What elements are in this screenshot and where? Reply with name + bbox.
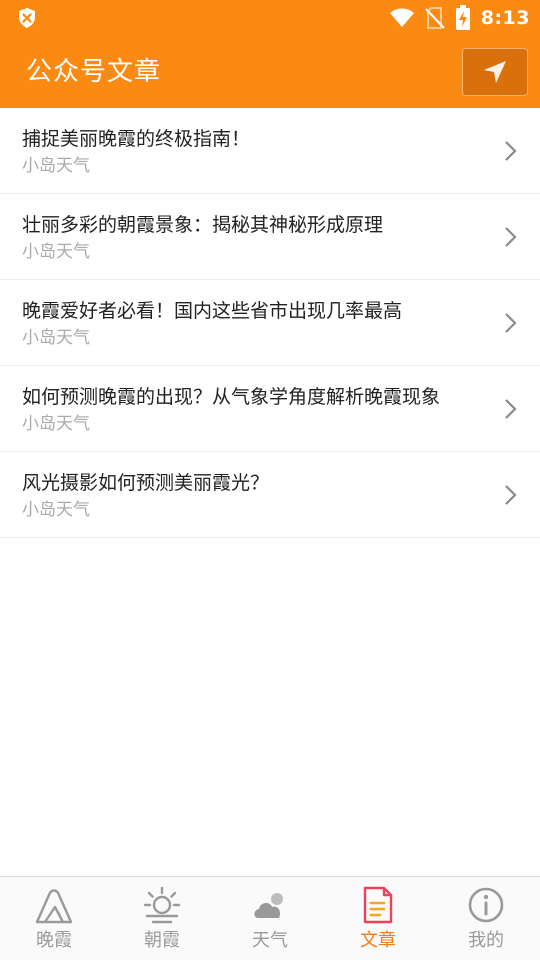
battery-charging-icon <box>455 5 470 30</box>
status-bar: 8:13 <box>0 0 540 36</box>
tab-sunset[interactable]: 晚霞 <box>0 877 108 960</box>
chevron-right-icon <box>505 485 517 505</box>
chevron-right-icon <box>505 227 517 247</box>
article-list: 捕捉美丽晚霞的终极指南！ 小岛天气 壮丽多彩的朝霞景象：揭秘其神秘形成原理 小岛… <box>0 108 540 538</box>
article-icon <box>363 886 393 924</box>
status-time: 8:13 <box>480 7 530 29</box>
no-sim-icon <box>425 7 445 29</box>
list-item[interactable]: 晚霞爱好者必看！国内这些省市出现几率最高 小岛天气 <box>0 280 540 366</box>
article-title: 壮丽多彩的朝霞景象：揭秘其神秘形成原理 <box>22 214 384 236</box>
status-icons: 8:13 <box>389 5 530 31</box>
article-source: 小岛天气 <box>22 242 90 262</box>
chevron-right-icon <box>505 399 517 419</box>
article-title: 如何预测晚霞的出现？从气象学角度解析晚霞现象 <box>22 386 441 408</box>
article-source: 小岛天气 <box>22 156 90 176</box>
tab-label: 朝霞 <box>144 930 180 951</box>
wifi-icon <box>389 8 414 27</box>
send-icon <box>484 61 506 83</box>
sunrise-icon <box>143 886 181 924</box>
tab-articles[interactable]: 文章 <box>324 877 432 960</box>
tab-label: 天气 <box>252 930 288 951</box>
article-source: 小岛天气 <box>22 328 90 348</box>
bottom-nav: 晚霞 朝霞 天气 文章 我的 <box>0 876 540 960</box>
list-item[interactable]: 风光摄影如何预测美丽霞光？ 小岛天气 <box>0 452 540 538</box>
article-title: 晚霞爱好者必看！国内这些省市出现几率最高 <box>22 300 403 322</box>
list-item[interactable]: 壮丽多彩的朝霞景象：揭秘其神秘形成原理 小岛天气 <box>0 194 540 280</box>
article-source: 小岛天气 <box>22 500 90 520</box>
send-button[interactable] <box>462 48 528 96</box>
article-title: 捕捉美丽晚霞的终极指南！ <box>22 128 251 150</box>
list-item[interactable]: 捕捉美丽晚霞的终极指南！ 小岛天气 <box>0 108 540 194</box>
tab-label: 文章 <box>360 930 396 951</box>
shield-x-icon <box>19 8 35 28</box>
tab-sunrise[interactable]: 朝霞 <box>108 877 216 960</box>
article-source: 小岛天气 <box>22 414 90 434</box>
info-icon <box>468 887 504 923</box>
tab-label: 我的 <box>468 930 504 951</box>
chevron-right-icon <box>505 313 517 333</box>
article-title: 风光摄影如何预测美丽霞光？ <box>22 472 270 494</box>
page-title: 公众号文章 <box>26 57 162 87</box>
app-bar: 公众号文章 <box>0 36 540 108</box>
tab-weather[interactable]: 天气 <box>216 877 324 960</box>
mountain-icon <box>35 889 73 924</box>
chevron-right-icon <box>505 141 517 161</box>
cloud-icon <box>254 893 283 918</box>
tab-label: 晚霞 <box>36 930 72 951</box>
list-item[interactable]: 如何预测晚霞的出现？从气象学角度解析晚霞现象 小岛天气 <box>0 366 540 452</box>
tab-profile[interactable]: 我的 <box>432 877 540 960</box>
